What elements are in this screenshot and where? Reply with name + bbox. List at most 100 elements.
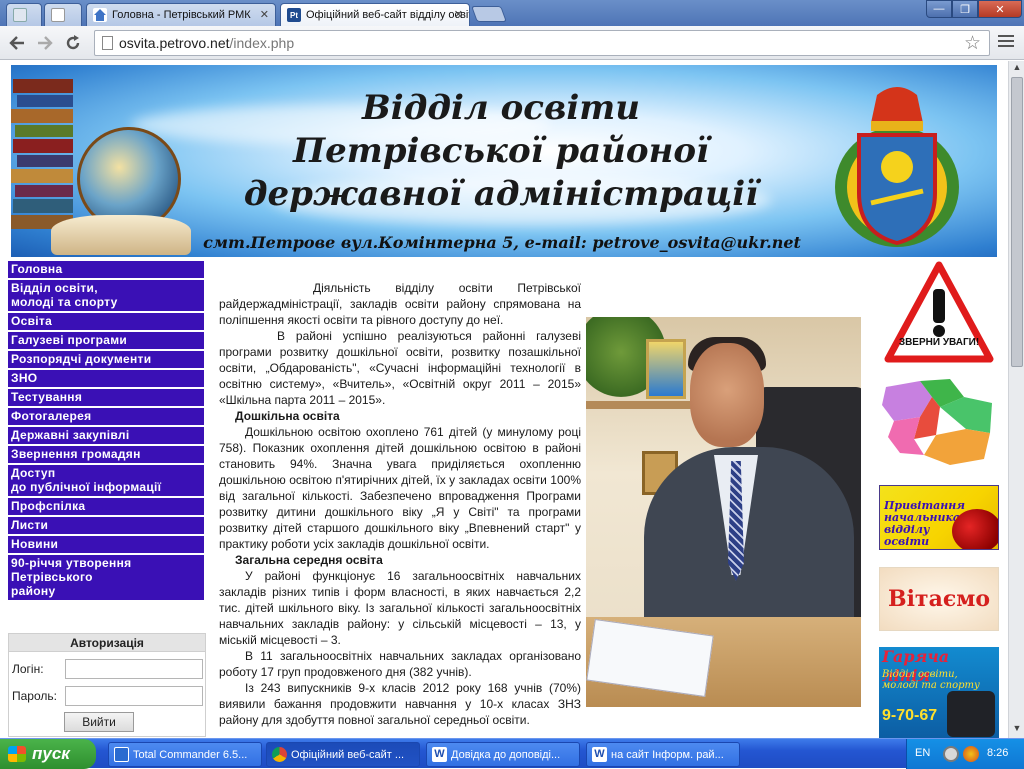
open-book-illustration [51, 215, 191, 255]
tray-app-icon[interactable] [943, 746, 959, 762]
welcome-banner-text: Вітаємо [887, 586, 991, 612]
language-indicator[interactable]: EN [915, 747, 930, 759]
scrollbar-thumb[interactable] [1011, 77, 1023, 367]
close-tab-icon[interactable]: ✕ [454, 8, 463, 21]
nav-item-department[interactable]: Відділ освіти, молоді та спорту [8, 280, 204, 311]
hotline-banner-link[interactable]: Гаряча лінія Відділ освіти, молоді та сп… [879, 647, 999, 738]
nav-item-photogallery[interactable]: Фотогалерея [8, 408, 204, 425]
section-heading: Загальна середня освіта [235, 553, 383, 567]
login-form: Авторизація Логін: Пароль: Вийти [8, 633, 206, 737]
system-tray: EN 8:26 [906, 739, 1024, 769]
nav-item-public-info[interactable]: Доступ до публічної інформації [8, 465, 204, 496]
chrome-icon [272, 747, 287, 762]
browser-tab-strip: Головна - Петрівський РМК ✕ Pt Офіційний… [0, 0, 1024, 26]
login-form-header: Авторизація [9, 634, 205, 652]
password-input[interactable] [65, 686, 203, 706]
document-icon [51, 8, 65, 22]
back-arrow-icon[interactable] [6, 32, 28, 54]
forward-arrow-icon[interactable] [34, 32, 56, 54]
district-map-link[interactable] [880, 377, 998, 469]
hotline-phone: 9-70-67 [882, 707, 938, 724]
main-navigation: Головна Відділ освіти, молоді та спорту … [8, 261, 204, 602]
nav-item-letters[interactable]: Листи [8, 517, 204, 534]
taskbar-item-total-commander[interactable]: Total Commander 6.5... [108, 742, 262, 767]
reload-icon[interactable] [62, 32, 84, 54]
close-tab-icon[interactable]: ✕ [260, 8, 269, 21]
tray-app-icon[interactable] [963, 746, 979, 762]
article-paragraph: В районі успішно реалізуються районні га… [219, 329, 581, 407]
restore-window-button[interactable]: ❐ [952, 0, 978, 18]
blank-page-icon [13, 8, 27, 22]
task-label: Довідка до доповіді... [451, 748, 561, 761]
bookmark-star-icon[interactable]: ☆ [964, 32, 981, 55]
taskbar-item-word-1[interactable]: W Довідка до доповіді... [426, 742, 580, 767]
login-label: Логін: [12, 662, 44, 676]
home-icon [93, 8, 107, 22]
page-viewport: Відділ освіти Петрівської районої держав… [0, 61, 1008, 738]
telephone-icon [947, 691, 995, 737]
nav-item-programs[interactable]: Галузеві програми [8, 332, 204, 349]
logout-button[interactable]: Вийти [64, 712, 134, 732]
attention-sign-link[interactable]: ЗВЕРНИ УВАГИ! [884, 261, 994, 365]
site-header-banner: Відділ освіти Петрівської районої держав… [11, 65, 997, 257]
word-doc-icon: W [432, 747, 447, 762]
task-label: на сайт Інформ. рай... [611, 748, 724, 761]
url-domain: osvita.petrovo.net [119, 35, 230, 51]
start-button[interactable]: пуск [0, 739, 96, 769]
site-title: Відділ освіти Петрівської районої держав… [243, 88, 759, 214]
nav-item-testing[interactable]: Тестування [8, 389, 204, 406]
main-article: Діяльність відділу освіти Петрівської ра… [219, 280, 581, 728]
tab-label: Головна - Петрівський РМК [112, 9, 251, 21]
browser-toolbar: osvita.petrovo.net/index.php ☆ [0, 26, 1024, 60]
nav-item-procurement[interactable]: Державні закупівлі [8, 427, 204, 444]
minimize-window-button[interactable]: — [926, 0, 952, 18]
password-label: Пароль: [12, 689, 57, 703]
word-doc-icon: W [592, 747, 607, 762]
tab-osvita-active[interactable]: Pt Офіційний веб-сайт відділу освіти ✕ [280, 3, 470, 26]
scroll-down-icon[interactable]: ▼ [1011, 723, 1023, 737]
article-paragraph: В 11 загальноосвітніх навчальних заклада… [219, 649, 581, 679]
rose-icon [952, 509, 998, 549]
nav-item-anniversary[interactable]: 90-річчя утворення Петрівського району [8, 555, 204, 600]
nav-item-trade-union[interactable]: Профспілка [8, 498, 204, 515]
taskbar-item-browser[interactable]: Офіційний веб-сайт ... [266, 742, 420, 767]
login-input[interactable] [65, 659, 203, 679]
vertical-scrollbar[interactable]: ▲ ▼ [1008, 61, 1024, 738]
start-label: пуск [32, 744, 70, 763]
nav-item-home[interactable]: Головна [8, 261, 204, 278]
tab-label: Офіційний веб-сайт відділу освіти [306, 9, 470, 21]
windows-taskbar: пуск Total Commander 6.5... Офіційний ве… [0, 738, 1024, 769]
tab-petrivsky-rmk[interactable]: Головна - Петрівський РМК ✕ [86, 3, 276, 26]
greeting-banner-link[interactable]: Привітання начальника відділу освіти [879, 485, 999, 550]
menu-icon[interactable] [998, 35, 1014, 49]
floppy-icon [114, 747, 129, 762]
close-window-button[interactable]: ✕ [978, 0, 1022, 18]
scroll-up-icon[interactable]: ▲ [1011, 62, 1023, 76]
nav-item-zno[interactable]: ЗНО [8, 370, 204, 387]
article-paragraph: У районі функціонує 16 загальноосвітніх … [219, 569, 581, 647]
url-path: /index.php [229, 35, 295, 51]
taskbar-item-word-2[interactable]: W на сайт Інформ. рай... [586, 742, 740, 767]
coat-of-arms-logo [831, 83, 963, 251]
section-heading: Дошкільна освіта [235, 409, 340, 423]
page-icon [102, 36, 113, 50]
article-paragraph: Дошкільною освітою охоплено 761 дітей (у… [219, 425, 581, 551]
new-tab-button[interactable] [471, 6, 507, 22]
task-label: Total Commander 6.5... [133, 748, 248, 761]
clock: 8:26 [987, 747, 1009, 759]
site-address: смт.Петрове вул.Комінтерна 5, e-mail: pe… [203, 233, 801, 252]
sign-text: ЗВЕРНИ УВАГИ! [899, 337, 979, 348]
nav-item-news[interactable]: Новини [8, 536, 204, 553]
article-paragraph: Із 243 випускників 9-х класів 2012 року … [219, 681, 581, 727]
address-bar[interactable]: osvita.petrovo.net/index.php [94, 30, 990, 56]
hotline-subtitle: Відділ освіти, молоді та спорту [882, 669, 980, 691]
welcome-banner-link[interactable]: Вітаємо [879, 567, 999, 631]
nav-item-documents[interactable]: Розпорядчі документи [8, 351, 204, 368]
windows-logo-icon [8, 746, 26, 762]
nav-item-citizen-appeals[interactable]: Звернення громадян [8, 446, 204, 463]
nav-item-education[interactable]: Освіта [8, 313, 204, 330]
tab-pinned-1[interactable] [6, 3, 42, 26]
tab-pinned-2[interactable] [44, 3, 82, 26]
site-favicon-icon: Pt [287, 8, 301, 22]
task-label: Офіційний веб-сайт ... [291, 748, 405, 761]
